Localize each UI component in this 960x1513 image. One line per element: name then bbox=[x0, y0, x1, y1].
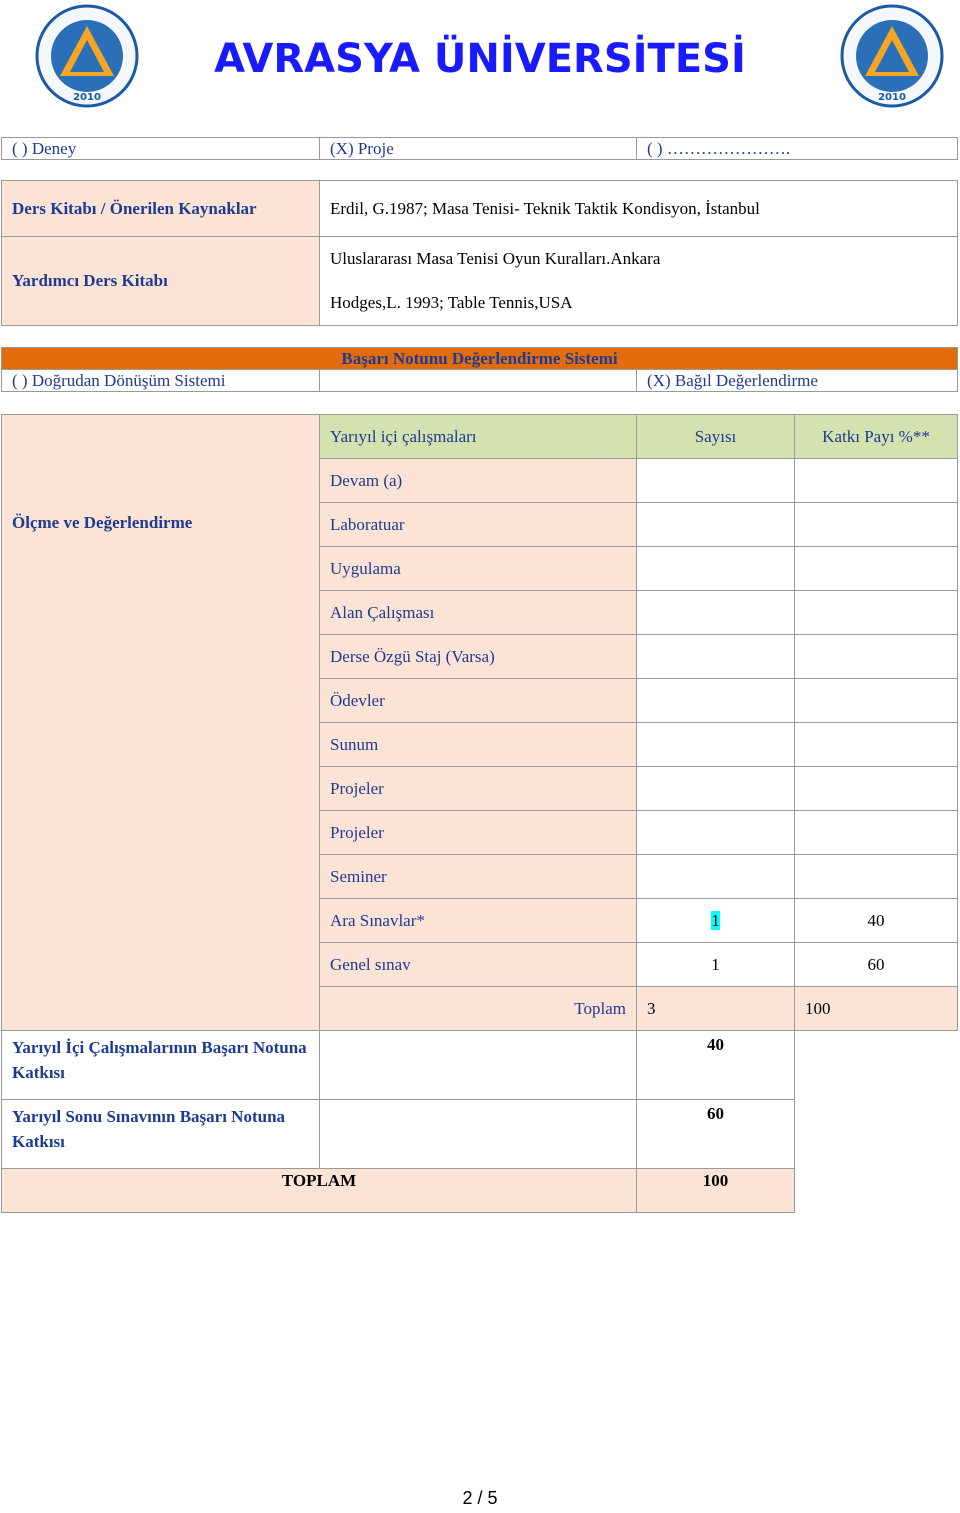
grading-system-title: Başarı Notunu Değerlendirme Sistemi bbox=[1, 347, 958, 370]
row-name: Devam (a) bbox=[319, 458, 637, 503]
row-share bbox=[794, 722, 958, 767]
row-name: Sunum bbox=[319, 722, 637, 767]
grading-direct: ( ) Doğrudan Dönüşüm Sistemi bbox=[1, 369, 320, 392]
row-share bbox=[794, 546, 958, 591]
row-name: Derse Özgü Staj (Varsa) bbox=[319, 634, 637, 679]
aux-book-value: Uluslararası Masa Tenisi Oyun Kuralları.… bbox=[319, 236, 958, 326]
row-share: 40 bbox=[794, 898, 958, 943]
row-name: Ara Sınavlar* bbox=[319, 898, 637, 943]
type-other: ( ) …………………. bbox=[636, 137, 958, 160]
books-table: Ders Kitabı / Önerilen Kaynaklar Erdil, … bbox=[1, 180, 958, 326]
total-label: Toplam bbox=[319, 986, 637, 1031]
row-name: Seminer bbox=[319, 854, 637, 899]
row-count bbox=[636, 722, 795, 767]
row-count bbox=[636, 678, 795, 723]
page-number: 2 / 5 bbox=[462, 1488, 498, 1508]
grading-empty bbox=[319, 369, 637, 392]
midterm-contribution-label: Yarıyıl İçi Çalışmalarının Başarı Notuna… bbox=[1, 1030, 320, 1100]
row-count bbox=[636, 766, 795, 811]
row-share bbox=[794, 590, 958, 635]
row-count bbox=[636, 634, 795, 679]
midterm-contribution-value: 40 bbox=[636, 1030, 795, 1100]
aux-book-label: Yardımcı Ders Kitabı bbox=[1, 236, 320, 326]
type-deney: ( ) Deney bbox=[1, 137, 320, 160]
row-count-midterm-value: 1 bbox=[711, 910, 720, 930]
row-count bbox=[636, 458, 795, 503]
final-contribution-empty bbox=[319, 1099, 637, 1169]
row-count: 1 bbox=[636, 942, 795, 987]
final-contribution-label: Yarıyıl Sonu Sınavının Başarı Notuna Kat… bbox=[1, 1099, 320, 1169]
grand-total-value: 100 bbox=[636, 1168, 795, 1213]
aux-book-line-2: Hodges,L. 1993; Table Tennis,USA bbox=[330, 293, 573, 312]
grand-total-label: TOPLAM bbox=[1, 1168, 637, 1213]
total-count: 3 bbox=[636, 986, 795, 1031]
row-count bbox=[636, 546, 795, 591]
row-share bbox=[794, 810, 958, 855]
row-share bbox=[794, 678, 958, 723]
row-name: Alan Çalışması bbox=[319, 590, 637, 635]
final-contribution-value: 60 bbox=[636, 1099, 795, 1169]
row-name: Laboratuar bbox=[319, 502, 637, 547]
row-share bbox=[794, 634, 958, 679]
row-share bbox=[794, 854, 958, 899]
row-share bbox=[794, 502, 958, 547]
row-name: Ödevler bbox=[319, 678, 637, 723]
row-count-midterm: 1 bbox=[636, 898, 795, 943]
svg-text:2010: 2010 bbox=[878, 92, 906, 103]
row-name: Genel sınav bbox=[319, 942, 637, 987]
row-count bbox=[636, 810, 795, 855]
main-book-value: Erdil, G.1987; Masa Tenisi- Teknik Takti… bbox=[319, 180, 958, 237]
row-count bbox=[636, 854, 795, 899]
row-share: 60 bbox=[794, 942, 958, 987]
row-count bbox=[636, 502, 795, 547]
svg-text:2010: 2010 bbox=[73, 92, 101, 103]
row-count bbox=[636, 590, 795, 635]
assessment-section-label: Ölçme ve Değerlendirme bbox=[1, 414, 320, 1031]
header-share: Katkı Payı %** bbox=[794, 414, 958, 459]
type-proje: (X) Proje bbox=[319, 137, 637, 160]
assessment-table: Ölçme ve Değerlendirme Yarıyıl içi çalış… bbox=[1, 414, 958, 1213]
row-name: Projeler bbox=[319, 810, 637, 855]
aux-book-line-1: Uluslararası Masa Tenisi Oyun Kuralları.… bbox=[330, 249, 661, 268]
midterm-contribution-empty bbox=[319, 1030, 637, 1100]
main-book-label: Ders Kitabı / Önerilen Kaynaklar bbox=[1, 180, 320, 237]
grading-system-table: Başarı Notunu Değerlendirme Sistemi ( ) … bbox=[1, 347, 958, 392]
course-type-table: ( ) Deney (X) Proje ( ) …………………. bbox=[1, 137, 958, 160]
total-share: 100 bbox=[794, 986, 958, 1031]
row-share bbox=[794, 766, 958, 811]
row-name: Projeler bbox=[319, 766, 637, 811]
header-activities: Yarıyıl içi çalışmaları bbox=[319, 414, 637, 459]
row-name: Uygulama bbox=[319, 546, 637, 591]
row-share bbox=[794, 458, 958, 503]
grading-relative: (X) Bağıl Değerlendirme bbox=[636, 369, 958, 392]
header-count: Sayısı bbox=[636, 414, 795, 459]
page-title: AVRASYA ÜNİVERSİTESİ bbox=[214, 36, 746, 82]
